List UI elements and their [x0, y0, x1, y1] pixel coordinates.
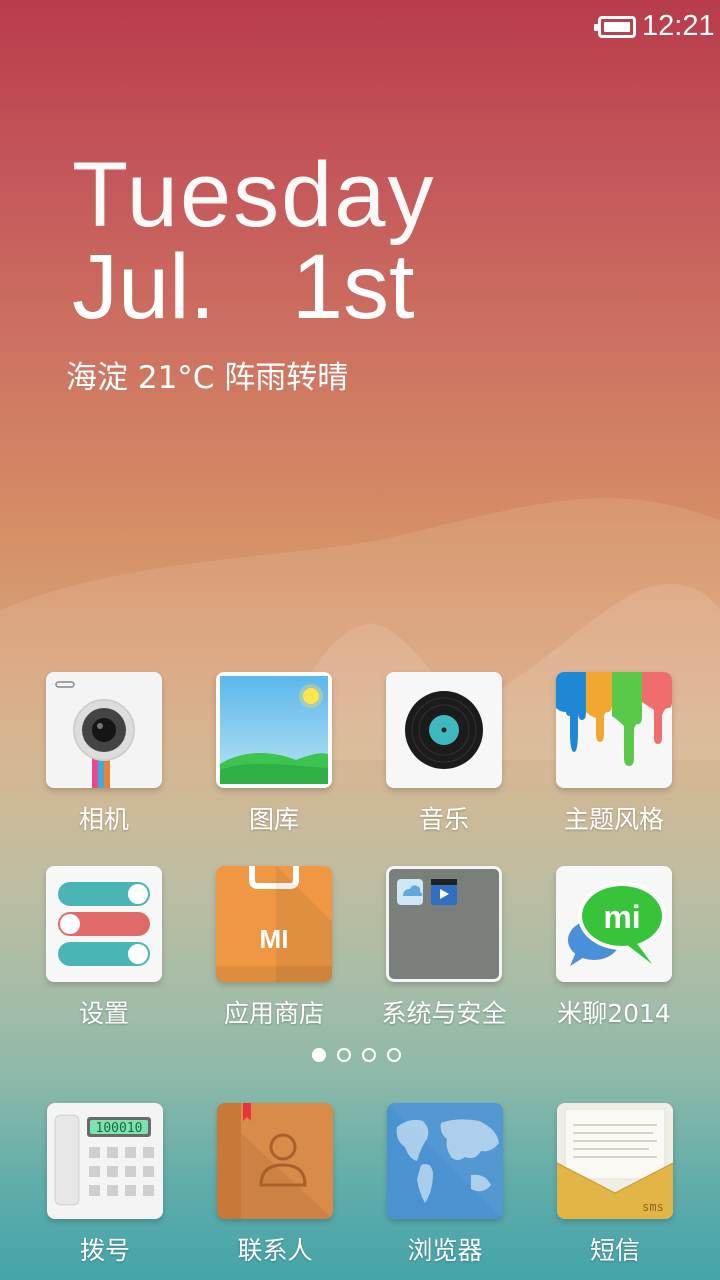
month-text: Jul.	[72, 236, 216, 338]
app-store-icon: MI	[216, 866, 332, 982]
page-dot-1[interactable]	[312, 1048, 326, 1062]
app-label: 联系人	[237, 1236, 313, 1265]
miliao-icon: mi	[556, 866, 672, 982]
app-themes[interactable]: 主题风格	[529, 672, 699, 836]
camera-icon	[46, 672, 162, 788]
app-miliao[interactable]: mi 米聊2014	[529, 866, 699, 1030]
app-label: 音乐	[418, 805, 469, 834]
app-label: 设置	[78, 999, 129, 1028]
status-bar: 12:21	[0, 0, 720, 56]
page-dot-4[interactable]	[387, 1048, 401, 1062]
settings-icon	[46, 866, 162, 982]
page-dot-2[interactable]	[337, 1048, 351, 1062]
dial-display: 100010	[96, 1121, 143, 1136]
dock-phone[interactable]: 100010 拨号	[20, 1103, 190, 1267]
themes-icon	[556, 672, 672, 788]
contacts-icon	[217, 1103, 333, 1219]
app-settings[interactable]: 设置	[19, 866, 189, 1030]
battery-full-icon	[594, 16, 636, 38]
browser-icon	[387, 1103, 503, 1219]
dock-browser[interactable]: 浏览器	[360, 1103, 530, 1267]
dock-sms[interactable]: sms 短信	[530, 1103, 700, 1267]
status-clock: 12:21	[642, 10, 715, 42]
app-camera[interactable]: 相机	[19, 672, 189, 836]
app-label: 短信	[589, 1236, 640, 1265]
sms-icon: sms	[557, 1103, 673, 1219]
app-store[interactable]: MI 应用商店	[189, 866, 359, 1030]
date-text: Jul. 1st	[72, 240, 435, 334]
weather-text: 海淀 21°C 阵雨转晴	[66, 360, 349, 396]
app-music[interactable]: 音乐	[359, 672, 529, 836]
folder-icon	[386, 866, 502, 982]
page-dot-3[interactable]	[362, 1048, 376, 1062]
app-gallery[interactable]: 图库	[189, 672, 359, 836]
app-label: 系统与安全	[381, 999, 507, 1028]
page-indicator[interactable]	[312, 1048, 401, 1062]
app-label: 应用商店	[223, 999, 324, 1028]
mi-logo: MI	[260, 924, 289, 954]
app-label: 拨号	[79, 1236, 130, 1265]
sms-tag: sms	[642, 1200, 664, 1214]
day-text: 1st	[291, 236, 415, 338]
app-label: 图库	[248, 805, 299, 834]
app-label: 相机	[78, 805, 129, 834]
gallery-icon	[216, 672, 332, 788]
app-label: 浏览器	[407, 1236, 483, 1265]
folder-system-security[interactable]: 系统与安全	[359, 866, 529, 1030]
weekday-text: Tuesday	[72, 144, 436, 246]
app-label: 米聊2014	[557, 999, 671, 1028]
app-label: 主题风格	[563, 805, 664, 834]
phone-icon: 100010	[47, 1103, 163, 1219]
dock-contacts[interactable]: 联系人	[190, 1103, 360, 1267]
mi-text: mi	[603, 899, 640, 935]
music-icon	[386, 672, 502, 788]
date-weather-widget[interactable]: Tuesday Jul. 1st 海淀 21°C 阵雨转晴	[66, 144, 436, 397]
